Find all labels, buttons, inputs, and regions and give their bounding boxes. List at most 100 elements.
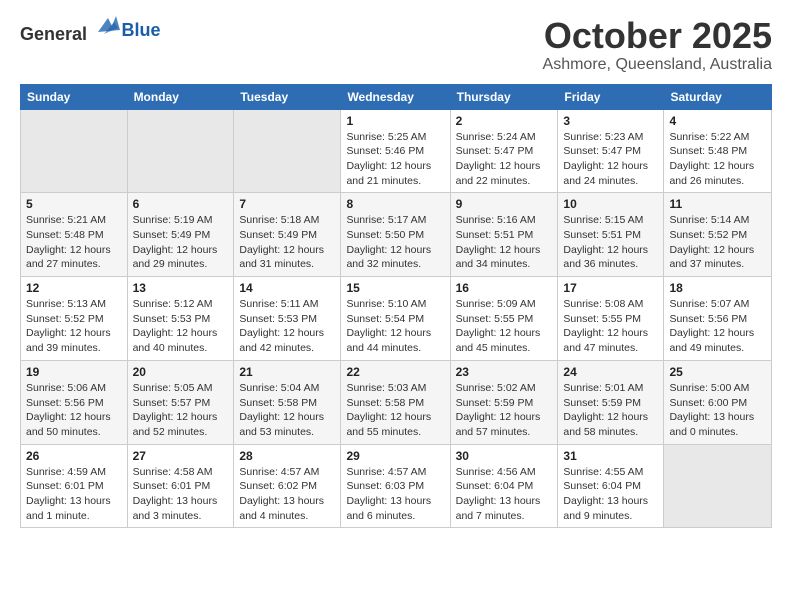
day-number: 10 [563, 197, 658, 211]
table-cell: 18 Sunrise: 5:07 AM Sunset: 5:56 PM Dayli… [664, 277, 772, 361]
day-info: Sunrise: 5:14 AM Sunset: 5:52 PM Dayligh… [669, 213, 766, 272]
day-info: Sunrise: 5:10 AM Sunset: 5:54 PM Dayligh… [346, 297, 444, 356]
day-info: Sunrise: 5:11 AM Sunset: 5:53 PM Dayligh… [239, 297, 335, 356]
day-number: 18 [669, 281, 766, 295]
week-row-1: 5Sunrise: 5:21 AM Sunset: 5:48 PM Daylig… [21, 193, 772, 277]
day-info: Sunrise: 4:55 AM Sunset: 6:04 PM Dayligh… [563, 465, 658, 524]
week-row-2: 12 Sunrise: 5:13 AM Sunset: 5:52 PM Dayli… [21, 277, 772, 361]
day-info: Sunrise: 4:57 AM Sunset: 6:03 PM Dayligh… [346, 465, 444, 524]
table-cell: 26 Sunrise: 4:59 AM Sunset: 6:01 PM Dayli… [21, 444, 128, 528]
table-cell: 17 Sunrise: 5:08 AM Sunset: 5:55 PM Dayli… [558, 277, 664, 361]
table-cell: 27 Sunrise: 4:58 AM Sunset: 6:01 PM Dayli… [127, 444, 234, 528]
day-number: 15 [346, 281, 444, 295]
day-info: Sunrise: 5:03 AM Sunset: 5:58 PM Dayligh… [346, 381, 444, 440]
table-cell [127, 109, 234, 193]
day-info: Sunrise: 5:07 AM Sunset: 5:56 PM Dayligh… [669, 297, 766, 356]
table-cell: 23 Sunrise: 5:02 AM Sunset: 5:59 PM Dayli… [450, 360, 558, 444]
weekday-header-row: Sunday Monday Tuesday Wednesday Thursday… [21, 84, 772, 109]
day-number: 30 [456, 449, 553, 463]
page: General Blue October 2025 Ashmore, Queen… [0, 0, 792, 538]
table-cell: 3 Sunrise: 5:23 AM Sunset: 5:47 PM Daylig… [558, 109, 664, 193]
day-number: 21 [239, 365, 335, 379]
table-cell [664, 444, 772, 528]
day-info: Sunrise: 5:13 AM Sunset: 5:52 PM Dayligh… [26, 297, 122, 356]
table-cell: 8 Sunrise: 5:17 AM Sunset: 5:50 PM Daylig… [341, 193, 450, 277]
day-number: 8 [346, 197, 444, 211]
table-cell: 16Sunrise: 5:09 AM Sunset: 5:55 PM Dayli… [450, 277, 558, 361]
calendar-table: Sunday Monday Tuesday Wednesday Thursday… [20, 84, 772, 529]
week-row-3: 19 Sunrise: 5:06 AM Sunset: 5:56 PM Dayli… [21, 360, 772, 444]
day-number: 26 [26, 449, 122, 463]
header-tuesday: Tuesday [234, 84, 341, 109]
table-cell: 14 Sunrise: 5:11 AM Sunset: 5:53 PM Dayli… [234, 277, 341, 361]
day-info: Sunrise: 4:56 AM Sunset: 6:04 PM Dayligh… [456, 465, 553, 524]
day-info: Sunrise: 5:00 AM Sunset: 6:00 PM Dayligh… [669, 381, 766, 440]
table-cell: 15 Sunrise: 5:10 AM Sunset: 5:54 PM Dayli… [341, 277, 450, 361]
table-cell: 11Sunrise: 5:14 AM Sunset: 5:52 PM Dayli… [664, 193, 772, 277]
day-info: Sunrise: 5:22 AM Sunset: 5:48 PM Dayligh… [669, 130, 766, 189]
header-sunday: Sunday [21, 84, 128, 109]
day-info: Sunrise: 5:01 AM Sunset: 5:59 PM Dayligh… [563, 381, 658, 440]
day-number: 3 [563, 114, 658, 128]
logo-blue: Blue [122, 20, 161, 40]
header-thursday: Thursday [450, 84, 558, 109]
day-number: 6 [133, 197, 229, 211]
table-cell: 30 Sunrise: 4:56 AM Sunset: 6:04 PM Dayli… [450, 444, 558, 528]
day-info: Sunrise: 5:16 AM Sunset: 5:51 PM Dayligh… [456, 213, 553, 272]
day-number: 14 [239, 281, 335, 295]
day-number: 23 [456, 365, 553, 379]
day-info: Sunrise: 5:06 AM Sunset: 5:56 PM Dayligh… [26, 381, 122, 440]
location-title: Ashmore, Queensland, Australia [543, 56, 772, 74]
week-row-0: 1 Sunrise: 5:25 AM Sunset: 5:46 PM Daylig… [21, 109, 772, 193]
day-number: 19 [26, 365, 122, 379]
day-number: 17 [563, 281, 658, 295]
table-cell: 20Sunrise: 5:05 AM Sunset: 5:57 PM Dayli… [127, 360, 234, 444]
title-block: October 2025 Ashmore, Queensland, Austra… [543, 16, 772, 74]
week-row-4: 26 Sunrise: 4:59 AM Sunset: 6:01 PM Dayli… [21, 444, 772, 528]
day-info: Sunrise: 5:17 AM Sunset: 5:50 PM Dayligh… [346, 213, 444, 272]
table-cell [234, 109, 341, 193]
logo-general: General [20, 24, 87, 44]
day-info: Sunrise: 5:02 AM Sunset: 5:59 PM Dayligh… [456, 381, 553, 440]
table-cell: 9 Sunrise: 5:16 AM Sunset: 5:51 PM Daylig… [450, 193, 558, 277]
table-cell: 22 Sunrise: 5:03 AM Sunset: 5:58 PM Dayli… [341, 360, 450, 444]
day-number: 28 [239, 449, 335, 463]
table-cell: 6Sunrise: 5:19 AM Sunset: 5:49 PM Daylig… [127, 193, 234, 277]
day-info: Sunrise: 5:12 AM Sunset: 5:53 PM Dayligh… [133, 297, 229, 356]
table-cell: 7Sunrise: 5:18 AM Sunset: 5:49 PM Daylig… [234, 193, 341, 277]
header-wednesday: Wednesday [341, 84, 450, 109]
table-cell: 24 Sunrise: 5:01 AM Sunset: 5:59 PM Dayli… [558, 360, 664, 444]
table-cell: 25Sunrise: 5:00 AM Sunset: 6:00 PM Dayli… [664, 360, 772, 444]
table-cell: 31 Sunrise: 4:55 AM Sunset: 6:04 PM Dayli… [558, 444, 664, 528]
table-cell: 10 Sunrise: 5:15 AM Sunset: 5:51 PM Dayli… [558, 193, 664, 277]
header-saturday: Saturday [664, 84, 772, 109]
day-number: 2 [456, 114, 553, 128]
table-cell: 4Sunrise: 5:22 AM Sunset: 5:48 PM Daylig… [664, 109, 772, 193]
table-cell: 1 Sunrise: 5:25 AM Sunset: 5:46 PM Daylig… [341, 109, 450, 193]
month-title: October 2025 [543, 16, 772, 56]
day-info: Sunrise: 5:08 AM Sunset: 5:55 PM Dayligh… [563, 297, 658, 356]
logo-bird-icon [94, 12, 122, 40]
day-info: Sunrise: 5:25 AM Sunset: 5:46 PM Dayligh… [346, 130, 444, 189]
table-cell: 21Sunrise: 5:04 AM Sunset: 5:58 PM Dayli… [234, 360, 341, 444]
day-info: Sunrise: 4:58 AM Sunset: 6:01 PM Dayligh… [133, 465, 229, 524]
day-number: 31 [563, 449, 658, 463]
day-number: 12 [26, 281, 122, 295]
day-number: 1 [346, 114, 444, 128]
day-info: Sunrise: 5:23 AM Sunset: 5:47 PM Dayligh… [563, 130, 658, 189]
header-friday: Friday [558, 84, 664, 109]
table-cell: 12 Sunrise: 5:13 AM Sunset: 5:52 PM Dayli… [21, 277, 128, 361]
day-info: Sunrise: 5:15 AM Sunset: 5:51 PM Dayligh… [563, 213, 658, 272]
day-info: Sunrise: 4:57 AM Sunset: 6:02 PM Dayligh… [239, 465, 335, 524]
day-number: 13 [133, 281, 229, 295]
table-cell: 29 Sunrise: 4:57 AM Sunset: 6:03 PM Dayli… [341, 444, 450, 528]
day-number: 29 [346, 449, 444, 463]
day-number: 22 [346, 365, 444, 379]
day-info: Sunrise: 4:59 AM Sunset: 6:01 PM Dayligh… [26, 465, 122, 524]
day-info: Sunrise: 5:09 AM Sunset: 5:55 PM Dayligh… [456, 297, 553, 356]
day-number: 27 [133, 449, 229, 463]
day-number: 24 [563, 365, 658, 379]
day-info: Sunrise: 5:24 AM Sunset: 5:47 PM Dayligh… [456, 130, 553, 189]
day-number: 9 [456, 197, 553, 211]
table-cell: 2 Sunrise: 5:24 AM Sunset: 5:47 PM Daylig… [450, 109, 558, 193]
